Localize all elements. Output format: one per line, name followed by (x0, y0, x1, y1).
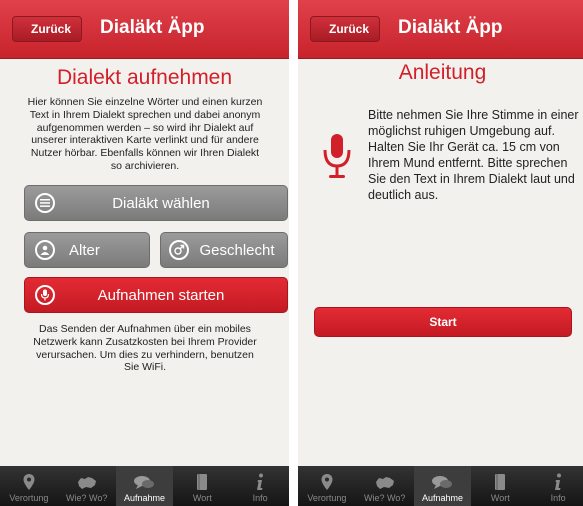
navigation-bar: Zurück Dialäkt Äpp (0, 0, 289, 59)
dialect-select-button[interactable]: Dialäkt wählen (24, 185, 288, 221)
tab-wie-wo[interactable]: Wie? Wo? (356, 466, 414, 506)
screen-anleitung: Zurück Dialäkt Äpp Anleitung Bitte nehme… (298, 0, 583, 506)
tab-wort[interactable]: Wort (471, 466, 529, 506)
tab-label: Wort (490, 493, 510, 503)
book-icon (197, 474, 208, 490)
info-icon (555, 473, 562, 490)
list-icon (35, 193, 55, 213)
tab-label: Wort (192, 493, 212, 503)
microphone-icon (323, 134, 351, 178)
tab-bar: Verortung Wie? Wo? Aufnahme Wort Info (298, 466, 583, 506)
speech-bubbles-icon (134, 476, 155, 489)
screen-dialekt-aufnehmen: Zurück Dialäkt Äpp Dialekt aufnehmen Hie… (0, 0, 289, 506)
pin-icon (23, 474, 35, 490)
switzerland-icon (375, 477, 394, 489)
back-button[interactable]: Zurück (12, 16, 83, 42)
nav-title: Dialäkt Äpp (100, 17, 205, 38)
tab-label: Wie? Wo? (66, 493, 108, 503)
age-label: Alter (69, 241, 100, 259)
start-recording-label: Aufnahmen starten (97, 286, 225, 304)
gender-label: Geschlecht (199, 241, 275, 259)
nav-title: Dialäkt Äpp (398, 17, 503, 38)
tab-label: Wie? Wo? (364, 493, 406, 503)
tab-label: Verortung (9, 493, 49, 503)
start-recording-button[interactable]: Aufnahmen starten (24, 277, 288, 313)
tab-bar: Verortung Wie? Wo? Aufnahme Wort Info (0, 466, 289, 506)
tab-verortung[interactable]: Verortung (298, 466, 356, 506)
page-title: Anleitung (398, 61, 487, 84)
mobile-data-note: Das Senden der Aufnahmen über ein mobile… (33, 323, 257, 374)
switzerland-icon (77, 477, 96, 489)
speech-bubbles-icon (432, 476, 453, 489)
navigation-bar: Zurück Dialäkt Äpp (298, 0, 583, 59)
intro-text: Hier können Sie einzelne Wörter und eine… (27, 96, 263, 172)
tab-label: Aufnahme (421, 493, 463, 503)
book-icon (495, 474, 506, 490)
microphone-icon (35, 285, 55, 305)
gender-button[interactable]: Geschlecht (160, 232, 288, 268)
tab-label: Aufnahme (123, 493, 165, 503)
gender-icon (169, 240, 189, 260)
tab-wie-wo[interactable]: Wie? Wo? (58, 466, 116, 506)
tab-label: Verortung (307, 493, 347, 503)
tab-label: Info (252, 493, 268, 503)
instructions-text: Bitte nehmen Sie Ihre Stimme in einer mö… (368, 108, 579, 202)
tab-info[interactable]: Info (231, 466, 289, 506)
info-icon (257, 473, 264, 490)
tab-info[interactable]: Info (529, 466, 583, 506)
pin-icon (321, 474, 333, 490)
start-button[interactable]: Start (314, 307, 572, 337)
person-icon (35, 240, 55, 260)
tab-label: Info (550, 493, 566, 503)
tab-aufnahme[interactable]: Aufnahme (115, 466, 174, 506)
tab-verortung[interactable]: Verortung (0, 466, 58, 506)
page-title: Dialekt aufnehmen (56, 66, 233, 89)
dialect-select-label: Dialäkt wählen (112, 194, 210, 212)
age-button[interactable]: Alter (24, 232, 150, 268)
tab-wort[interactable]: Wort (173, 466, 231, 506)
back-button[interactable]: Zurück (310, 16, 381, 42)
tab-aufnahme[interactable]: Aufnahme (413, 466, 472, 506)
